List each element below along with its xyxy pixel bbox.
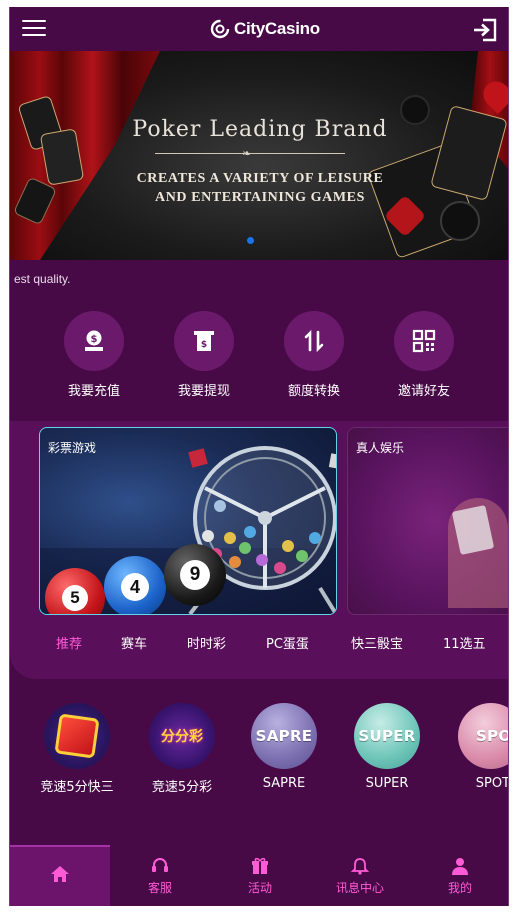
nav-profile[interactable]: 我的 <box>410 845 508 906</box>
nav-support[interactable]: 客服 <box>110 845 210 906</box>
banner-title: Poker Leading Brand <box>132 117 388 142</box>
nav-support-label: 客服 <box>147 881 172 895</box>
game-pill-text: SPOT <box>476 727 508 745</box>
transfer-icon <box>284 311 344 371</box>
tab-recommended[interactable]: 推荐 <box>56 633 82 652</box>
lottery-ball: 9 <box>164 544 226 606</box>
card-decoration <box>440 201 480 241</box>
hamburger-menu-icon[interactable] <box>22 20 46 38</box>
svg-text:$: $ <box>91 334 98 345</box>
game-label: SPOTS <box>475 776 508 791</box>
home-icon <box>51 866 69 882</box>
transfer-button[interactable]: 额度转换 <box>269 311 359 399</box>
quick-actions: $ 我要充值 $ 我要提现 额度转换 邀请好友 <box>10 311 508 401</box>
tab-ssc[interactable]: 时时彩 <box>187 633 226 652</box>
lottery-ball: 4 <box>104 556 166 614</box>
game-list: 竞速5分快三 分分彩 竞速5分彩 SAPRE SAPRE SUPER SUPER… <box>10 703 508 803</box>
top-header: CityCasino <box>10 7 508 51</box>
dice-game-icon <box>44 703 110 769</box>
game-item[interactable]: SPOT SPOTS <box>441 703 508 791</box>
tab-racing[interactable]: 赛车 <box>121 633 147 652</box>
withdraw-icon: $ <box>174 311 234 371</box>
login-icon[interactable] <box>472 17 498 43</box>
nav-messages[interactable]: 讯息中心 <box>310 845 410 906</box>
brand: CityCasino <box>210 17 320 41</box>
withdraw-button[interactable]: $ 我要提现 <box>159 311 249 399</box>
tab-pc-dandan[interactable]: PC蛋蛋 <box>266 633 309 652</box>
live-casino-tile[interactable]: 真人娱乐 <box>347 427 508 615</box>
deposit-button[interactable]: $ 我要充值 <box>49 311 139 399</box>
tab-k3-dice[interactable]: 快三骰宝 <box>351 633 403 652</box>
deposit-icon: $ <box>64 311 124 371</box>
carousel-dot-active[interactable] <box>247 237 254 244</box>
deposit-label: 我要充值 <box>67 384 120 399</box>
game-label: SUPER <box>365 776 409 791</box>
brand-logo-icon <box>210 19 230 39</box>
user-icon <box>452 858 468 875</box>
curtain-left <box>10 51 160 260</box>
game-badge: 分分彩 <box>161 729 203 745</box>
super-game-icon: SUPER <box>354 703 420 769</box>
qr-code-icon <box>394 311 454 371</box>
invite-button[interactable]: 邀请好友 <box>379 311 469 399</box>
game-pill-text: SAPRE <box>255 727 313 745</box>
nav-profile-label: 我的 <box>447 881 472 895</box>
nav-home[interactable] <box>10 845 110 906</box>
game-item[interactable]: SUPER SUPER <box>337 703 437 791</box>
brand-name: CityCasino <box>234 19 320 38</box>
headset-icon <box>152 858 168 872</box>
lottery-tile-label: 彩票游戏 <box>48 441 97 455</box>
game-panel: 彩票游戏 5 4 9 真人娱乐 推荐 赛车 时时彩 PC蛋蛋 快三骰宝 11选五 <box>10 421 508 679</box>
banner-subtitle: CREATES A VARIETY OF LEISURE AND ENTERTA… <box>10 169 508 207</box>
tab-11x5[interactable]: 11选五 <box>443 633 486 652</box>
game-pill-text: SUPER <box>358 727 416 745</box>
withdraw-label: 我要提现 <box>177 384 230 399</box>
banner-subtitle-line1: CREATES A VARIETY OF LEISURE <box>136 171 384 186</box>
spots-game-icon: SPOT <box>458 703 508 769</box>
app-frame: CityCasino Poker Leading Brand ❧ CREATES… <box>9 7 509 906</box>
gift-icon <box>252 857 268 874</box>
game-label: 竞速5分快三 <box>40 780 114 795</box>
marquee-notice: est quality. <box>14 272 71 286</box>
game-label: SAPRE <box>262 776 306 791</box>
bottom-nav: 客服 活动 讯息中心 我的 <box>10 845 508 906</box>
game-label: 竞速5分彩 <box>151 780 213 795</box>
game-item[interactable]: 竞速5分快三 <box>27 703 127 795</box>
bell-icon <box>350 858 370 875</box>
invite-label: 邀请好友 <box>397 384 450 399</box>
ornament-icon: ❧ <box>242 147 252 160</box>
game-item[interactable]: 分分彩 竞速5分彩 <box>132 703 232 795</box>
lottery-game-icon: 分分彩 <box>149 703 215 769</box>
banner-subtitle-line2: AND ENTERTAINING GAMES <box>154 190 366 205</box>
live-casino-tile-label: 真人娱乐 <box>356 441 405 455</box>
nav-promotions-label: 活动 <box>247 881 272 895</box>
game-item[interactable]: SAPRE SAPRE <box>234 703 334 791</box>
transfer-label: 额度转换 <box>287 384 340 399</box>
lottery-tile[interactable]: 彩票游戏 5 4 9 <box>39 427 337 615</box>
nav-messages-label: 讯息中心 <box>335 881 384 895</box>
sapre-game-icon: SAPRE <box>251 703 317 769</box>
svg-text:$: $ <box>201 340 207 350</box>
category-tabs: 推荐 赛车 时时彩 PC蛋蛋 快三骰宝 11选五 <box>10 633 508 655</box>
nav-promotions[interactable]: 活动 <box>210 845 310 906</box>
promo-banner[interactable]: Poker Leading Brand ❧ CREATES A VARIETY … <box>10 51 508 260</box>
